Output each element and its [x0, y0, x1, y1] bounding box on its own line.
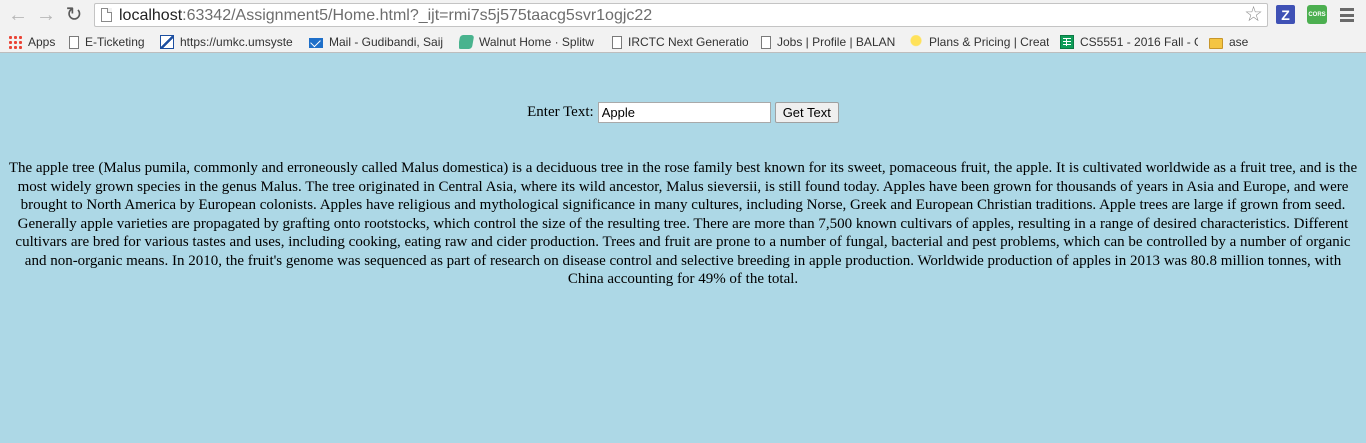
page-icon — [761, 35, 771, 49]
page-icon — [69, 35, 79, 49]
bookmark-e-ticketing[interactable]: E-Ticketing — [69, 33, 148, 51]
mail-icon — [309, 37, 323, 48]
cors-extension-icon[interactable]: CORS — [1307, 5, 1327, 24]
result-text: The apple tree (Malus pumila, commonly a… — [8, 160, 1358, 287]
cors-extension-label: CORS — [1308, 11, 1326, 18]
bookmark-irctc[interactable]: IRCTC Next Generatio — [612, 33, 748, 51]
bookmark-star-icon[interactable]: ☆ — [1244, 4, 1263, 26]
get-text-button[interactable]: Get Text — [774, 101, 839, 123]
search-form: Enter Text: Get Text — [0, 100, 1366, 124]
page-info-icon[interactable] — [101, 8, 112, 22]
walnut-icon — [459, 35, 475, 49]
bookmark-folder-ase[interactable]: ase — [1209, 33, 1255, 51]
bookmark-label: Apps — [28, 35, 56, 49]
address-bar[interactable]: localhost:63342/Assignment5/Home.html?_i… — [94, 3, 1268, 27]
enter-text-label: Enter Text: — [527, 103, 594, 120]
folder-icon — [1209, 37, 1223, 49]
url-host: localhost — [119, 7, 183, 24]
text-input[interactable] — [597, 101, 771, 123]
bookmark-label: Walnut Home · Splitw — [479, 35, 594, 49]
browser-toolbar: ← → ↻ localhost:63342/Assignment5/Home.h… — [0, 0, 1366, 31]
page-icon — [612, 35, 622, 49]
bookmark-label: ase — [1229, 35, 1249, 49]
forward-arrow-icon[interactable]: → — [34, 4, 58, 26]
bookmark-label: Jobs | Profile | BALAN — [777, 35, 896, 49]
bookmark-walnut[interactable]: Walnut Home · Splitw — [459, 33, 599, 51]
lightbulb-icon — [909, 35, 923, 49]
bookmark-label: https://umkc.umsyste — [180, 35, 293, 49]
zotero-extension-icon[interactable]: Z — [1276, 5, 1295, 24]
bookmark-plans-pricing[interactable]: Plans & Pricing | Creat — [909, 33, 1049, 51]
bookmark-label: Plans & Pricing | Creat — [929, 35, 1049, 49]
url-text[interactable]: localhost:63342/Assignment5/Home.html?_i… — [119, 6, 652, 26]
bookmark-jobs-profile[interactable]: Jobs | Profile | BALAN — [761, 33, 897, 51]
apps-grid-icon — [8, 35, 22, 49]
bookmark-label: Mail - Gudibandi, Saij — [329, 35, 444, 49]
bookmark-label: CS5551 - 2016 Fall - G — [1080, 35, 1198, 49]
reload-icon[interactable]: ↻ — [62, 4, 86, 26]
url-path: :63342/Assignment5/Home.html?_ijt=rmi7s5… — [182, 7, 653, 24]
bookmark-cs5551[interactable]: CS5551 - 2016 Fall - G — [1060, 33, 1198, 51]
spreadsheet-icon — [1060, 35, 1074, 49]
bookmark-label: IRCTC Next Generatio — [628, 35, 748, 49]
bookmark-label: E-Ticketing — [85, 35, 145, 49]
umkc-icon — [160, 35, 174, 49]
browser-menu-icon[interactable] — [1339, 6, 1355, 24]
bookmark-mail[interactable]: Mail - Gudibandi, Saij — [309, 33, 447, 51]
back-arrow-icon[interactable]: ← — [6, 4, 30, 26]
page-content: Enter Text: Get Text The apple tree (Mal… — [0, 53, 1366, 443]
bookmarks-bar: Apps E-Ticketing https://umkc.umsyste Ma… — [0, 31, 1366, 53]
bookmark-apps[interactable]: Apps — [8, 33, 64, 51]
bookmark-umkc[interactable]: https://umkc.umsyste — [160, 33, 298, 51]
zotero-extension-label: Z — [1281, 6, 1290, 23]
